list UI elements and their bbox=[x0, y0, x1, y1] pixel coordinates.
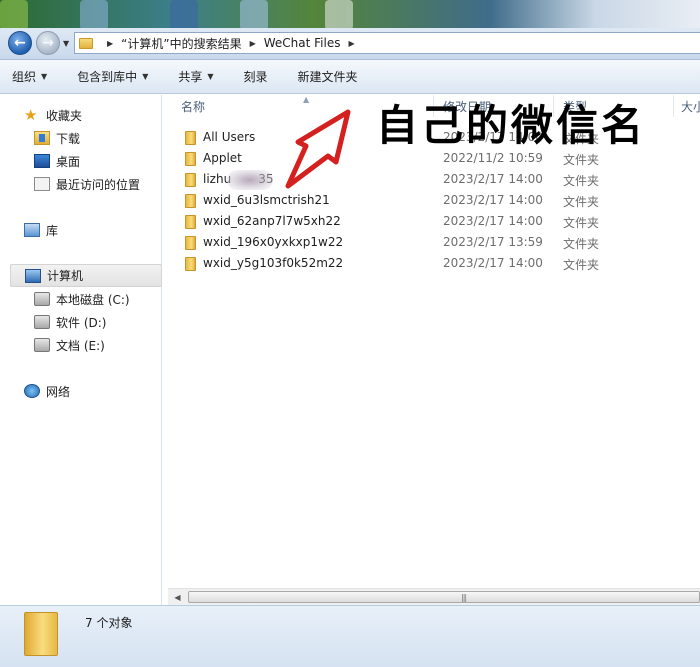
privacy-blur bbox=[227, 170, 273, 190]
folder-icon bbox=[185, 236, 196, 250]
desktop-icon bbox=[80, 0, 108, 30]
details-pane: 7 个对象 bbox=[0, 605, 700, 667]
desktop-icon bbox=[240, 0, 268, 30]
desktop-icon bbox=[34, 154, 50, 168]
address-field[interactable]: ▶ “计算机”中的搜索结果 ▶ WeChat Files ▶ bbox=[74, 32, 700, 54]
command-bar: 组织 ▼ 包含到库中 ▼ 共享 ▼ 刻录 新建文件夹 bbox=[0, 60, 700, 94]
file-row-wxid-1[interactable]: wxid_6u3lsmctrish21 2023/2/17 14:00 文件夹 bbox=[163, 190, 700, 211]
chevron-down-icon: ▼ bbox=[207, 72, 214, 81]
arrow-right-icon: → bbox=[42, 35, 54, 51]
annotation-caption: 自己的微信名 bbox=[376, 101, 647, 150]
file-row-wechat-name[interactable]: lizhu35 2023/2/17 14:00 文件夹 bbox=[163, 169, 700, 190]
nav-drive-c[interactable]: 本地磁盘 (C:) bbox=[34, 289, 130, 309]
file-row-wxid-2[interactable]: wxid_62anp7l7w5xh22 2023/2/17 14:00 文件夹 bbox=[163, 211, 700, 232]
forward-button[interactable]: → bbox=[36, 31, 60, 55]
chevron-down-icon: ▼ bbox=[41, 72, 48, 81]
folder-icon bbox=[79, 37, 93, 49]
address-bar: ← → ▼ ▶ “计算机”中的搜索结果 ▶ WeChat Files ▶ bbox=[0, 28, 700, 60]
history-dropdown-icon[interactable]: ▼ bbox=[63, 39, 69, 48]
folder-icon bbox=[185, 257, 196, 271]
column-header-size[interactable]: 大小 bbox=[681, 95, 700, 117]
folder-icon bbox=[185, 173, 196, 187]
nav-network[interactable]: 网络 bbox=[24, 381, 70, 401]
recent-places-icon bbox=[34, 177, 50, 191]
nav-drive-d[interactable]: 软件 (D:) bbox=[34, 312, 106, 332]
nav-favorites[interactable]: ★ 收藏夹 bbox=[24, 105, 82, 125]
file-list: 名称 ▲ 修改日期 类型 大小 All Users 2023/2/17 14:0… bbox=[163, 95, 700, 590]
file-row-wxid-3[interactable]: wxid_196x0yxkxp1w22 2023/2/17 13:59 文件夹 bbox=[163, 232, 700, 253]
star-icon: ★ bbox=[24, 106, 38, 124]
scrollbar-thumb[interactable]: ||| bbox=[188, 591, 700, 603]
file-row-wxid-4[interactable]: wxid_y5g103f0k52m22 2023/2/17 14:00 文件夹 bbox=[163, 253, 700, 274]
hard-drive-icon bbox=[34, 315, 50, 329]
desktop-icon bbox=[0, 0, 28, 30]
desktop-icon bbox=[325, 0, 353, 30]
network-icon bbox=[24, 384, 40, 398]
chevron-right-icon[interactable]: ▶ bbox=[250, 39, 256, 48]
breadcrumb-search-results[interactable]: “计算机”中的搜索结果 bbox=[121, 35, 241, 52]
nav-recent-places[interactable]: 最近访问的位置 bbox=[34, 174, 140, 194]
scroll-left-button[interactable]: ◀ bbox=[169, 590, 186, 605]
nav-desktop[interactable]: 桌面 bbox=[34, 151, 80, 171]
hard-drive-icon bbox=[34, 338, 50, 352]
desktop-icon bbox=[170, 0, 198, 30]
share-button[interactable]: 共享 ▼ bbox=[178, 68, 213, 85]
nav-libraries[interactable]: 库 bbox=[24, 220, 58, 240]
annotation-arrow-icon bbox=[285, 109, 351, 189]
chevron-right-icon[interactable]: ▶ bbox=[107, 39, 113, 48]
nav-computer[interactable]: 计算机 bbox=[10, 264, 162, 287]
computer-icon bbox=[25, 268, 41, 283]
column-divider[interactable] bbox=[673, 95, 674, 117]
burn-button[interactable]: 刻录 bbox=[244, 68, 268, 85]
chevron-down-icon: ▼ bbox=[142, 72, 149, 81]
nav-downloads[interactable]: 下载 bbox=[34, 128, 80, 148]
folder-icon bbox=[185, 215, 196, 229]
breadcrumb-wechat-files[interactable]: WeChat Files bbox=[264, 36, 341, 50]
nav-drive-e[interactable]: 文档 (E:) bbox=[34, 335, 105, 355]
grip-icon: ||| bbox=[461, 593, 467, 602]
horizontal-scrollbar[interactable]: ◀ ||| bbox=[168, 588, 700, 605]
folder-icon bbox=[185, 152, 196, 166]
folder-icon bbox=[185, 194, 196, 208]
navigation-pane: ★ 收藏夹 下载 桌面 最近访问的位置 库 计算机 本地磁盘 (C:) 软件 (… bbox=[0, 95, 162, 605]
library-icon bbox=[24, 223, 40, 237]
folder-icon bbox=[185, 131, 196, 145]
back-button[interactable]: ← bbox=[8, 31, 32, 55]
chevron-right-icon[interactable]: ▶ bbox=[348, 39, 354, 48]
organize-button[interactable]: 组织 ▼ bbox=[12, 68, 47, 85]
new-folder-button[interactable]: 新建文件夹 bbox=[298, 68, 358, 85]
item-count: 7 个对象 bbox=[85, 616, 133, 630]
arrow-left-icon: ← bbox=[14, 35, 26, 51]
include-in-library-button[interactable]: 包含到库中 ▼ bbox=[77, 68, 148, 85]
downloads-folder-icon bbox=[34, 131, 50, 145]
system-drive-icon bbox=[34, 292, 50, 306]
folder-icon bbox=[24, 612, 58, 656]
